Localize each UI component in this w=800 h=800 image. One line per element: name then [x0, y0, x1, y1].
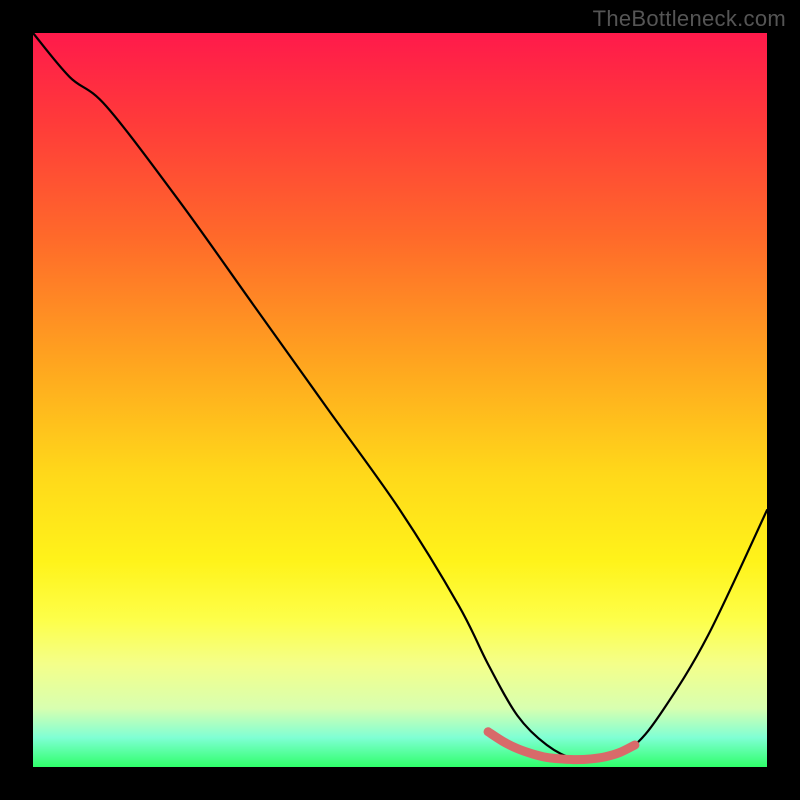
chart-frame: TheBottleneck.com [0, 0, 800, 800]
watermark-text: TheBottleneck.com [593, 6, 786, 32]
plot-area [33, 33, 767, 767]
chart-svg [33, 33, 767, 767]
series-highlight-band [488, 732, 635, 760]
series-bottleneck-curve [33, 33, 767, 761]
